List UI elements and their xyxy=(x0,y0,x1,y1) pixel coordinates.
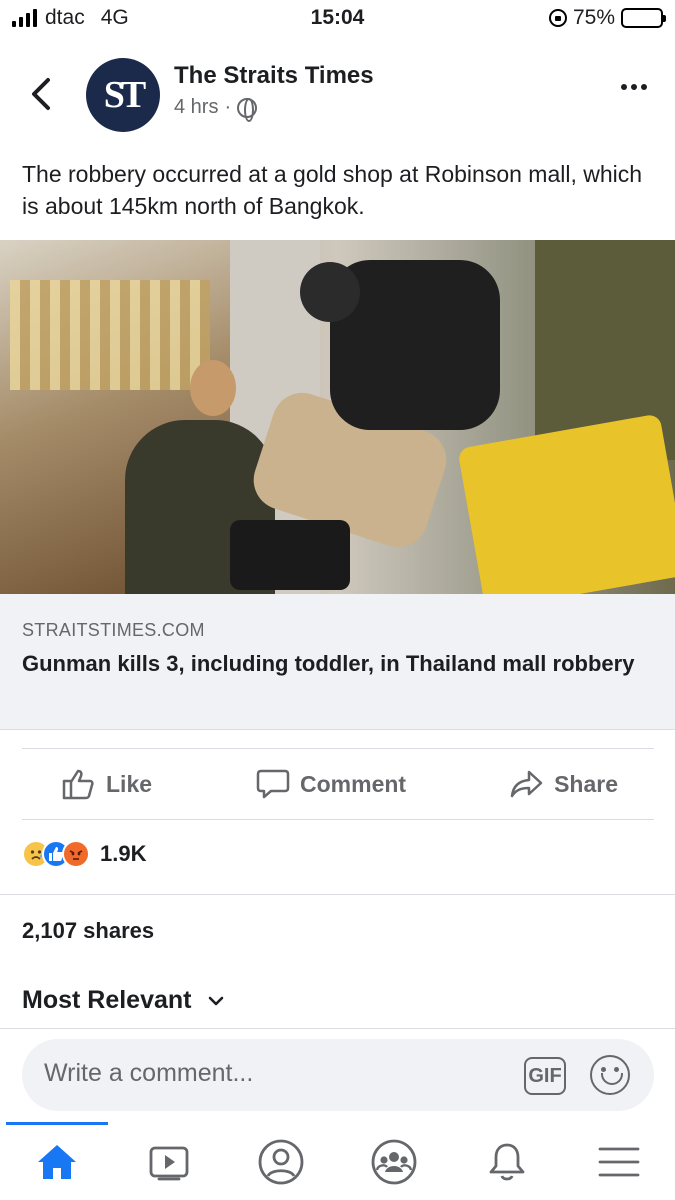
sort-dropdown[interactable]: Most Relevant xyxy=(22,986,225,1015)
chevron-down-icon xyxy=(209,996,224,1005)
comment-label: Comment xyxy=(300,770,407,797)
menu-icon xyxy=(598,1147,640,1177)
tab-groups[interactable] xyxy=(366,1136,422,1188)
like-label: Like xyxy=(106,770,153,797)
medic-head xyxy=(300,262,360,322)
reaction-count: 1.9K xyxy=(100,841,147,866)
post-time[interactable]: 4 hrs xyxy=(174,96,218,119)
home-icon xyxy=(38,1145,76,1179)
post-meta: 4 hrs · xyxy=(174,96,258,122)
more-options-button[interactable] xyxy=(621,84,647,90)
video-icon xyxy=(149,1146,189,1181)
like-button[interactable]: Like xyxy=(62,768,152,800)
comment-placeholder: Write a comment... xyxy=(44,1059,254,1087)
shares-count[interactable]: 2,107 shares xyxy=(22,918,154,944)
rotation-lock-icon xyxy=(548,9,567,27)
share-button[interactable]: Share xyxy=(510,768,618,800)
tab-notifications[interactable] xyxy=(479,1136,535,1188)
share-label: Share xyxy=(554,770,618,797)
link-domain: STRAITSTIMES.COM xyxy=(22,620,205,640)
battery-percent: 75% xyxy=(572,6,615,29)
meta-separator: · xyxy=(224,96,232,118)
divider xyxy=(0,894,675,895)
comment-icon xyxy=(256,769,290,799)
emoji-icon[interactable] xyxy=(590,1055,630,1095)
gif-button[interactable]: GIF xyxy=(524,1057,566,1095)
tab-home[interactable] xyxy=(29,1136,85,1188)
tab-profile[interactable] xyxy=(253,1136,309,1188)
action-bar: Like Comment Share xyxy=(22,748,654,820)
post-text: The robbery occurred at a gold shop at R… xyxy=(22,161,643,219)
thumbs-up-icon xyxy=(62,769,94,800)
page-avatar[interactable]: ST xyxy=(86,58,160,132)
yellow-stretcher xyxy=(457,413,675,594)
dot-icon xyxy=(631,84,637,90)
groups-icon xyxy=(371,1139,417,1185)
status-bar: dtac 4G 15:04 75% xyxy=(0,0,675,38)
notifications-icon xyxy=(489,1143,525,1181)
sort-label: Most Relevant xyxy=(22,986,192,1014)
status-right: 75% xyxy=(548,6,666,30)
link-title: Gunman kills 3, including toddler, in Th… xyxy=(22,651,635,676)
post-header: ST The Straits Times 4 hrs · xyxy=(0,56,675,136)
share-arrow-icon xyxy=(510,770,543,798)
comment-input[interactable]: Write a comment... GIF xyxy=(22,1039,654,1111)
dot-icon xyxy=(641,84,647,90)
reactions-summary[interactable]: 1.9K xyxy=(22,840,146,868)
gold-jewelry xyxy=(10,280,210,390)
dot-icon xyxy=(621,84,627,90)
page-name[interactable]: The Straits Times xyxy=(174,62,374,90)
globe-icon xyxy=(237,97,258,122)
chevron-left-icon xyxy=(32,78,50,110)
tab-menu[interactable] xyxy=(591,1136,647,1188)
medical-bag xyxy=(230,520,350,590)
active-tab-indicator xyxy=(6,1122,108,1125)
profile-icon xyxy=(258,1139,304,1185)
angry-reaction-icon xyxy=(62,840,90,868)
tab-video[interactable] xyxy=(141,1136,197,1188)
battery-icon xyxy=(621,8,666,28)
link-preview-card[interactable]: STRAITSTIMES.COM Gunman kills 3, includi… xyxy=(0,594,675,730)
comment-button[interactable]: Comment xyxy=(256,768,406,800)
person-head xyxy=(190,360,236,416)
post-photo[interactable] xyxy=(0,240,675,594)
back-button[interactable] xyxy=(28,76,56,112)
bottom-tab-bar xyxy=(0,1122,675,1200)
comment-composer: Write a comment... GIF xyxy=(0,1028,675,1122)
